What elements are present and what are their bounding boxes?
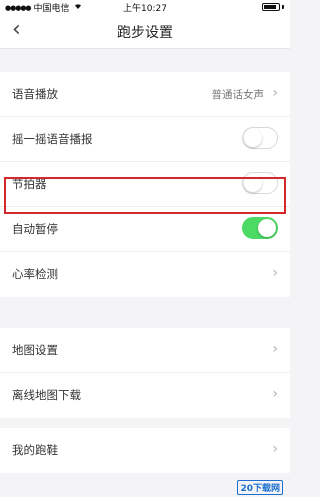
status-right xyxy=(262,3,284,11)
setting-value: 普通话女声 xyxy=(211,89,265,101)
auto-pause-toggle[interactable] xyxy=(242,217,278,239)
setting-label: 地图设置 xyxy=(12,343,58,357)
shake-voice-toggle[interactable] xyxy=(242,127,278,149)
setting-my-shoes[interactable]: 我的跑鞋 › xyxy=(0,428,290,473)
watermark: 20下载网 xyxy=(237,480,286,495)
status-bar: ●●●●● 中国电信 上午10:27 xyxy=(0,0,290,14)
setting-label: 语音播放 xyxy=(12,87,58,101)
chevron-right-icon: › xyxy=(272,386,278,402)
setting-label: 心率检测 xyxy=(12,267,58,281)
chevron-right-icon: › xyxy=(272,441,278,457)
battery-icon xyxy=(262,3,280,11)
setting-label: 自动暂停 xyxy=(12,222,58,236)
toggle-knob xyxy=(244,129,262,147)
chevron-right-icon: › xyxy=(272,85,278,101)
settings-group-3: 我的跑鞋 › xyxy=(0,428,290,473)
navigation-bar: ‹ 跑步设置 xyxy=(0,14,290,49)
status-time: 上午10:27 xyxy=(123,4,167,14)
setting-heart-rate[interactable]: 心率检测 › xyxy=(0,252,290,297)
toggle-knob xyxy=(258,219,276,237)
highlight-box xyxy=(4,177,286,214)
setting-offline-map[interactable]: 离线地图下载 › xyxy=(0,373,290,418)
setting-map[interactable]: 地图设置 › xyxy=(0,328,290,373)
setting-voice-playback[interactable]: 语音播放 普通话女声 › xyxy=(0,72,290,117)
battery-tip xyxy=(282,5,284,9)
settings-group-2: 地图设置 › 离线地图下载 › xyxy=(0,328,290,418)
setting-label: 离线地图下载 xyxy=(12,388,81,402)
setting-shake-voice: 摇一摇语音播报 xyxy=(0,117,290,162)
chevron-right-icon: › xyxy=(272,341,278,357)
setting-label: 摇一摇语音播报 xyxy=(12,132,93,146)
chevron-right-icon: › xyxy=(272,265,278,281)
setting-label: 我的跑鞋 xyxy=(12,443,58,457)
watermark-logo: 20下载网 xyxy=(237,480,283,495)
page-title: 跑步设置 xyxy=(117,25,173,41)
